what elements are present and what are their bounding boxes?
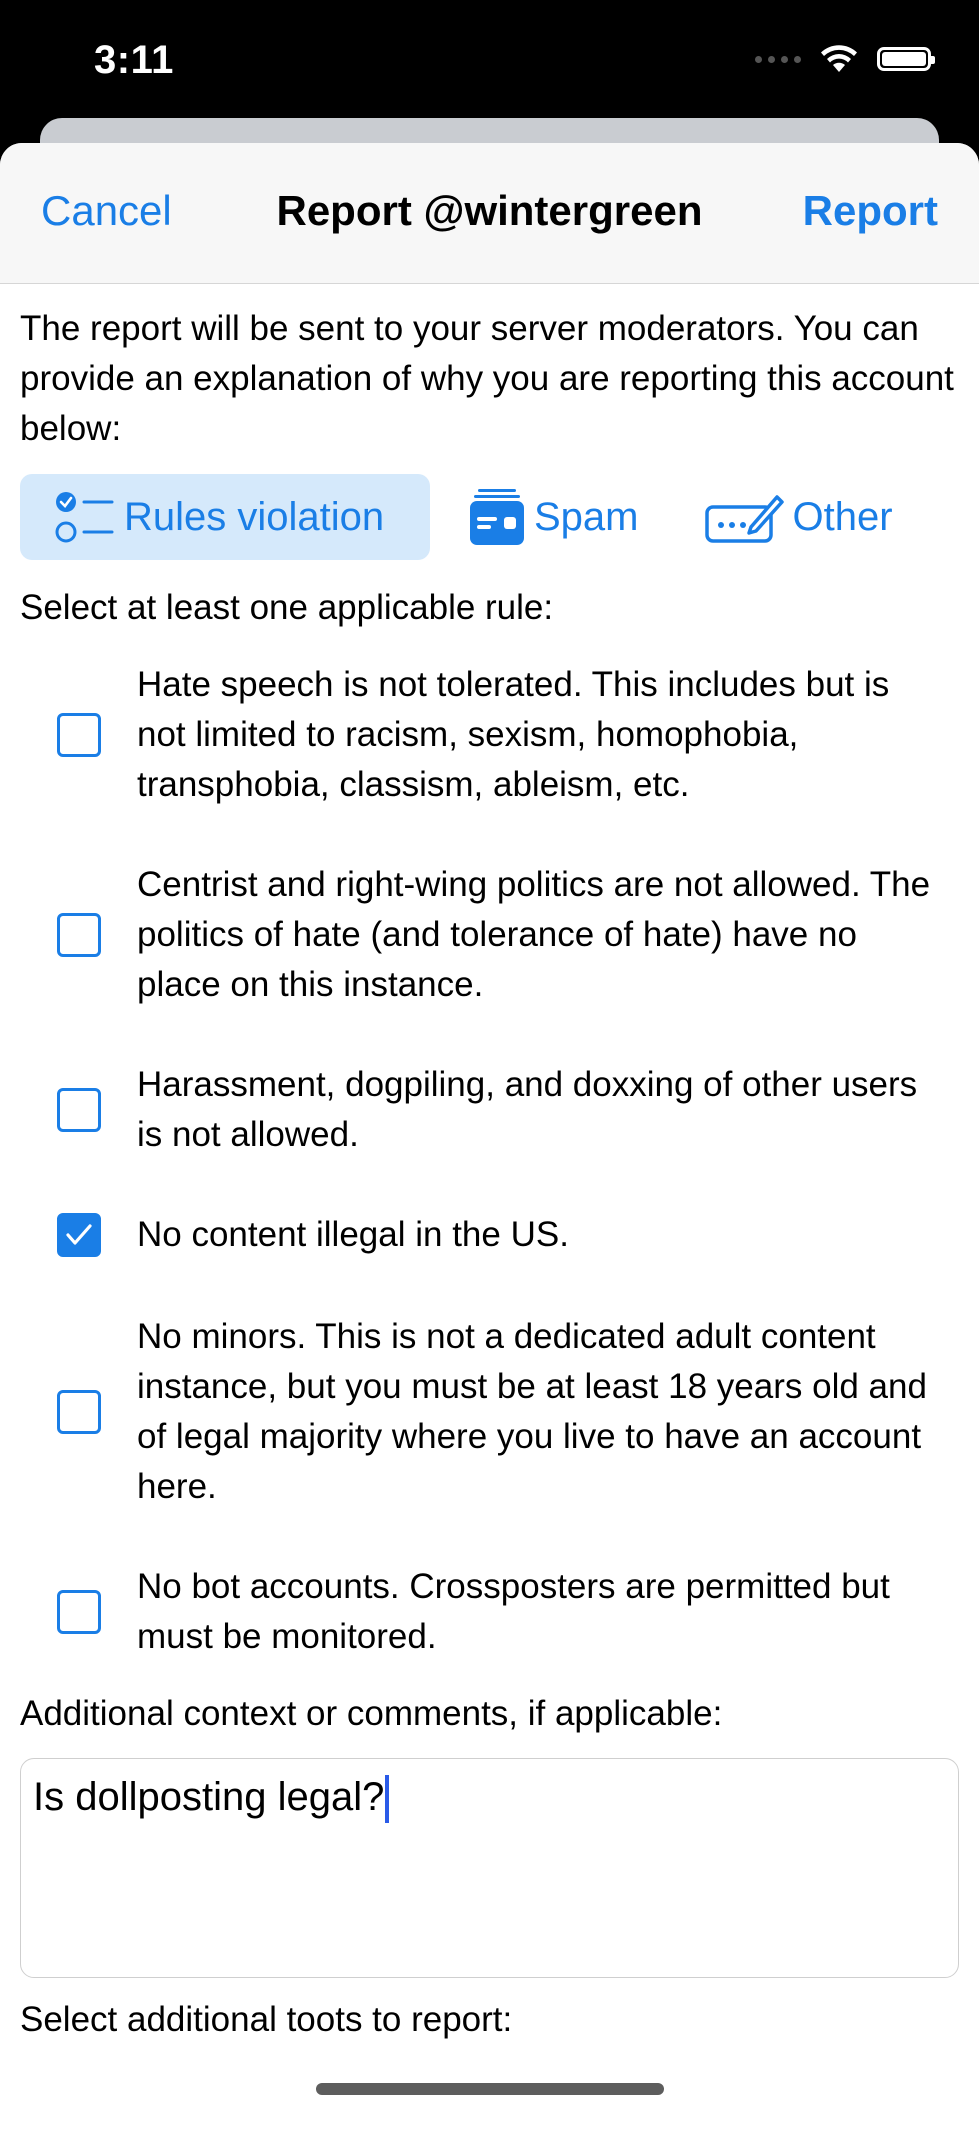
report-sheet: Cancel Report @wintergreen Report The re… bbox=[0, 143, 979, 2143]
category-spam[interactable]: Spam bbox=[468, 474, 639, 560]
category-other[interactable]: Other bbox=[704, 474, 893, 560]
checklist-icon bbox=[55, 492, 114, 543]
context-label: Additional context or comments, if appli… bbox=[20, 1694, 723, 1733]
status-bar: 3:11 bbox=[0, 0, 979, 120]
rule-checkbox[interactable] bbox=[57, 713, 101, 757]
rule-row[interactable]: Harassment, dogpiling, and doxxing of ot… bbox=[20, 1060, 959, 1160]
text-caret bbox=[385, 1775, 390, 1824]
intro-text: The report will be sent to your server m… bbox=[20, 309, 954, 448]
additional-toots-label: Select additional toots to report: bbox=[20, 2000, 513, 2039]
comment-textarea[interactable]: Is dollposting legal? bbox=[20, 1758, 959, 1978]
category-label: Rules violation bbox=[124, 494, 385, 539]
status-icons bbox=[755, 44, 935, 74]
nav-bar: Cancel Report @wintergreen Report bbox=[0, 143, 979, 284]
category-label: Spam bbox=[534, 494, 639, 539]
comment-value: Is dollposting legal? bbox=[33, 1775, 385, 1819]
rule-checkbox[interactable] bbox=[57, 1213, 101, 1257]
category-selector: Rules violation Spam Other bbox=[20, 474, 959, 560]
rule-checkbox[interactable] bbox=[57, 1590, 101, 1634]
rule-text: Harassment, dogpiling, and doxxing of ot… bbox=[137, 1065, 918, 1154]
battery-icon bbox=[877, 47, 935, 71]
other-icon bbox=[704, 495, 784, 543]
rule-checkbox[interactable] bbox=[57, 1088, 101, 1132]
rule-row[interactable]: No content illegal in the US. bbox=[20, 1210, 959, 1260]
wifi-icon bbox=[821, 45, 857, 72]
home-indicator[interactable] bbox=[316, 2083, 664, 2095]
rule-row[interactable]: No bot accounts. Crossposters are permit… bbox=[20, 1562, 959, 1662]
rule-row[interactable]: Centrist and right-wing politics are not… bbox=[20, 860, 959, 1010]
rules-label: Select at least one applicable rule: bbox=[20, 588, 554, 627]
rule-text: Centrist and right-wing politics are not… bbox=[137, 865, 931, 1004]
rule-text: No bot accounts. Crossposters are permit… bbox=[137, 1567, 890, 1656]
category-rules-violation[interactable]: Rules violation bbox=[20, 474, 430, 560]
status-time: 3:11 bbox=[94, 38, 174, 82]
category-label: Other bbox=[792, 494, 893, 539]
cellular-icon bbox=[755, 55, 801, 63]
checkmark-icon bbox=[66, 1224, 92, 1245]
rule-row[interactable]: No minors. This is not a dedicated adult… bbox=[20, 1312, 959, 1512]
rule-row[interactable]: Hate speech is not tolerated. This inclu… bbox=[20, 660, 959, 810]
rule-text: No content illegal in the US. bbox=[137, 1215, 569, 1254]
spam-icon bbox=[470, 489, 524, 545]
rule-text: Hate speech is not tolerated. This inclu… bbox=[137, 665, 890, 804]
report-content: The report will be sent to your server m… bbox=[0, 304, 979, 2042]
rule-checkbox[interactable] bbox=[57, 913, 101, 957]
report-button[interactable]: Report bbox=[803, 187, 938, 235]
rule-text: No minors. This is not a dedicated adult… bbox=[137, 1317, 927, 1506]
rule-checkbox[interactable] bbox=[57, 1390, 101, 1434]
